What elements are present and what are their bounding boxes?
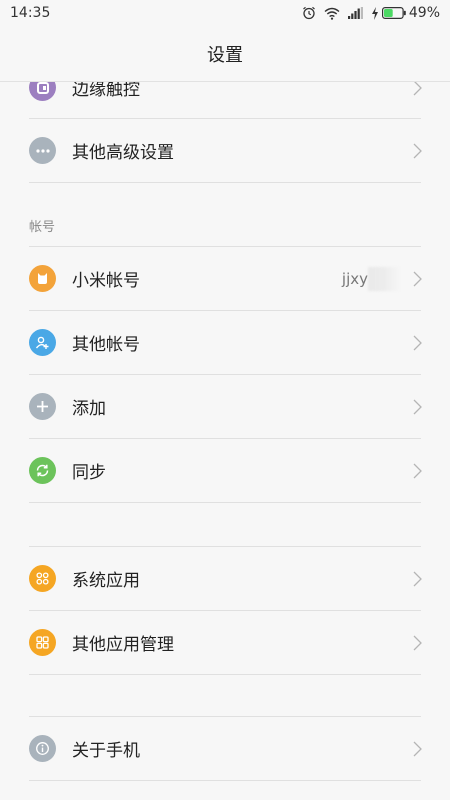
settings-item-other-app-management[interactable]: 其他应用管理	[0, 611, 450, 674]
chevron-right-icon	[413, 463, 422, 478]
more-dots-icon	[29, 137, 56, 164]
battery-icon	[381, 7, 406, 19]
signal-icon	[347, 7, 363, 19]
divider	[29, 674, 421, 675]
chevron-right-icon	[413, 741, 422, 756]
chevron-right-icon	[413, 571, 422, 586]
sync-icon	[29, 457, 56, 484]
apps-grid-icon	[29, 565, 56, 592]
charging-bolt-icon	[371, 6, 378, 20]
settings-screen: 边缘触控 其他高级设置 帐号 小米帐号 jjxy 其他帐号 添加 同步 系统应用…	[0, 0, 450, 800]
chevron-right-icon	[413, 635, 422, 650]
chevron-right-icon	[413, 335, 422, 350]
info-icon	[29, 735, 56, 762]
divider	[29, 502, 421, 503]
settings-item-advanced[interactable]: 其他高级设置	[0, 119, 450, 182]
settings-item-label: 关于手机	[72, 741, 140, 761]
settings-item-add[interactable]: 添加	[0, 375, 450, 438]
account-id-value: jjxy	[341, 269, 368, 288]
settings-item-label: 小米帐号	[72, 271, 140, 291]
mi-account-icon	[29, 265, 56, 292]
settings-item-label: 其他高级设置	[72, 143, 174, 163]
alarm-icon	[302, 6, 315, 20]
divider	[29, 780, 421, 781]
divider	[29, 182, 421, 183]
redacted-text	[368, 266, 400, 291]
section-header-account: 帐号	[29, 220, 56, 235]
settings-item-label: 其他帐号	[72, 335, 140, 355]
settings-item-label: 系统应用	[72, 571, 140, 591]
apps-grid-icon	[29, 629, 56, 656]
page-title-bar: 设置	[0, 26, 450, 82]
chevron-right-icon	[413, 143, 422, 158]
page-title: 设置	[207, 44, 243, 66]
battery-percent: 49%	[408, 5, 440, 21]
settings-item-system-apps[interactable]: 系统应用	[0, 547, 450, 610]
settings-item-mi-account[interactable]: 小米帐号 jjxy	[0, 247, 450, 310]
settings-item-about-phone[interactable]: 关于手机	[0, 717, 450, 780]
chevron-right-icon	[413, 271, 422, 286]
status-bar: 14:35 49%	[0, 0, 450, 26]
status-icons: 49%	[302, 5, 440, 21]
settings-item-label: 同步	[72, 463, 106, 483]
settings-item-label: 其他应用管理	[72, 635, 174, 655]
battery-indicator: 49%	[371, 5, 440, 21]
wifi-icon	[324, 7, 340, 20]
settings-item-other-accounts[interactable]: 其他帐号	[0, 311, 450, 374]
settings-item-sync[interactable]: 同步	[0, 439, 450, 502]
person-add-icon	[29, 329, 56, 356]
chevron-right-icon	[413, 399, 422, 414]
settings-item-label: 添加	[72, 399, 106, 419]
plus-icon	[29, 393, 56, 420]
status-time: 14:35	[10, 5, 51, 21]
